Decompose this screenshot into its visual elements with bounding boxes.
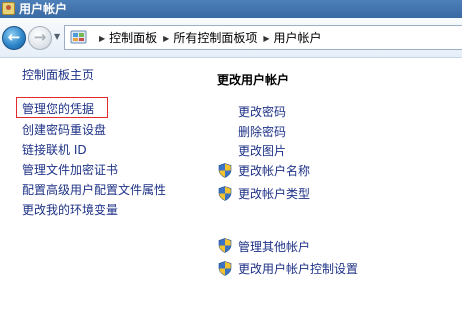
uac-shield-icon	[218, 261, 232, 276]
chevron-down-icon: ▼	[54, 32, 61, 41]
forward-arrow-icon: →	[33, 28, 47, 46]
user-accounts-icon	[2, 2, 15, 15]
change-account-type-link[interactable]: 更改帐户类型	[238, 187, 310, 201]
change-password-link[interactable]: 更改密码	[238, 105, 286, 119]
sidebar-item-advanced-profile-properties[interactable]: 配置高级用户配置文件属性	[22, 183, 166, 197]
change-uac-settings-link[interactable]: 更改用户帐户控制设置	[238, 262, 358, 276]
uac-shield-icon	[218, 163, 232, 178]
breadcrumb-item[interactable]: 所有控制面板项	[173, 31, 257, 45]
breadcrumb-separator-icon: ▶	[263, 34, 270, 43]
back-button[interactable]: ←	[2, 26, 26, 50]
back-arrow-icon: ←	[7, 28, 21, 46]
control-panel-icon	[70, 30, 87, 44]
change-picture-link[interactable]: 更改图片	[238, 144, 286, 158]
forward-button[interactable]: →	[28, 26, 52, 50]
sidebar-item-environment-variables[interactable]: 更改我的环境变量	[22, 203, 118, 217]
breadcrumb-separator-icon: ▶	[99, 34, 106, 43]
breadcrumb: ▶ 控制面板 ▶ 所有控制面板项 ▶ 用户帐户	[93, 31, 322, 46]
window-title-bar: 用户帐户	[0, 0, 462, 18]
manage-other-accounts-link[interactable]: 管理其他帐户	[238, 240, 310, 254]
breadcrumb-item[interactable]: 用户帐户	[274, 31, 322, 45]
sidebar-item-create-password-reset-disk[interactable]: 创建密码重设盘	[22, 123, 106, 137]
history-dropdown[interactable]: ▼	[54, 32, 60, 41]
sidebar-item-link-online-id[interactable]: 链接联机 ID	[22, 143, 87, 157]
sidebar-item-manage-credentials[interactable]: 管理您的凭据	[22, 102, 94, 116]
breadcrumb-separator-icon: ▶	[163, 34, 170, 43]
sidebar-item-manage-encryption-certificates[interactable]: 管理文件加密证书	[22, 163, 118, 177]
navigation-bar: ← → ▼ ▶ 控制面板 ▶ 所有控制面板项 ▶ 用户帐户	[0, 18, 462, 58]
change-account-name-link[interactable]: 更改帐户名称	[238, 164, 310, 178]
page-title: 更改用户帐户	[217, 73, 290, 87]
remove-password-link[interactable]: 删除密码	[238, 125, 286, 139]
sidebar-item-control-panel-home[interactable]: 控制面板主页	[22, 68, 94, 82]
uac-shield-icon	[218, 238, 232, 253]
breadcrumb-item[interactable]: 控制面板	[109, 31, 157, 45]
window-title: 用户帐户	[19, 2, 68, 16]
uac-shield-icon	[218, 186, 232, 201]
address-bar[interactable]: ▶ 控制面板 ▶ 所有控制面板项 ▶ 用户帐户	[64, 25, 462, 50]
content-area: 控制面板主页 管理您的凭据 创建密码重设盘 链接联机 ID 管理文件加密证书 配…	[0, 59, 462, 336]
